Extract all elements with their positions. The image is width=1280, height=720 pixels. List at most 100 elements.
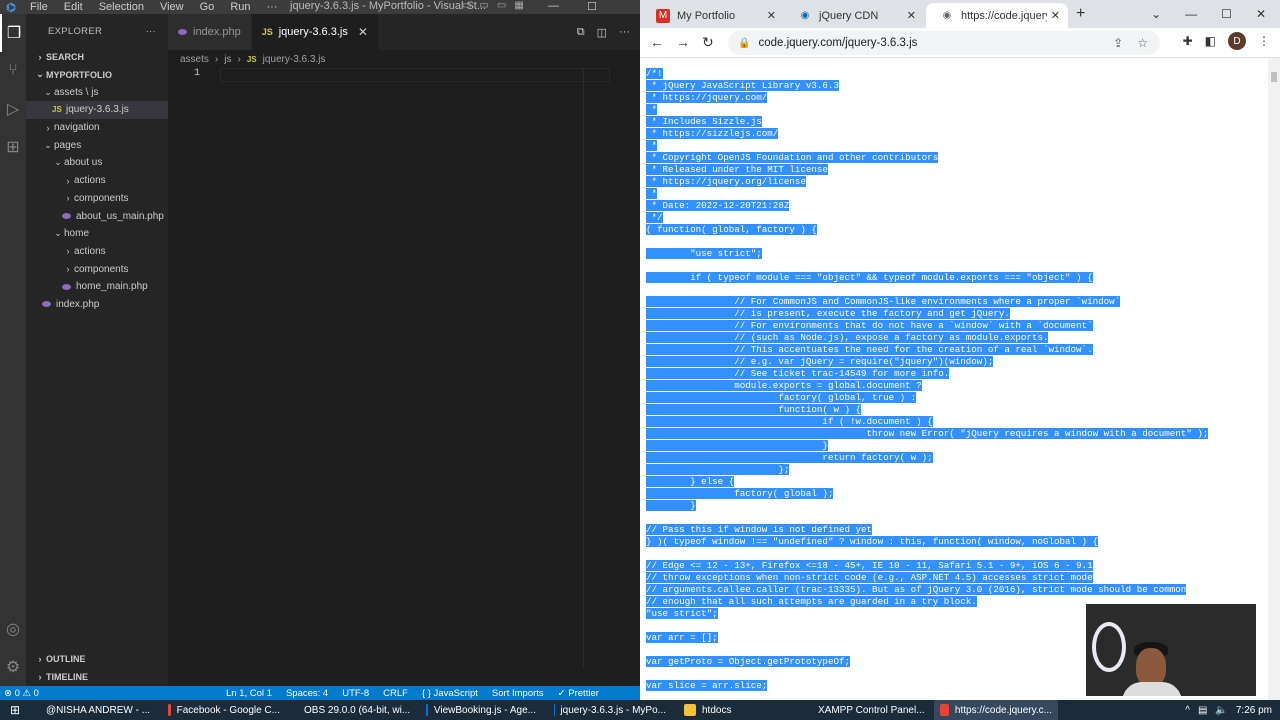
prettier-status[interactable]: ✓ Prettier xyxy=(558,688,599,699)
taskbar-item[interactable]: jquery-3.6.3.js - MyPo... xyxy=(548,700,672,720)
close-icon[interactable]: ✕ xyxy=(1051,9,1060,22)
source-line-text: module.exports = global.document ? xyxy=(646,380,922,391)
source-line xyxy=(646,260,1208,272)
bookmark-star-icon[interactable]: ☆ xyxy=(1137,36,1148,50)
minimize-icon[interactable]: — xyxy=(548,0,559,13)
split-editor-icon[interactable]: ◫ xyxy=(597,26,607,39)
close-icon[interactable]: ✕ xyxy=(358,25,368,39)
chrome-tab-jquery-cdn[interactable]: ◉ jQuery CDN ✕ xyxy=(784,3,924,28)
cursor-position-status[interactable]: Ln 1, Col 1 xyxy=(226,688,272,699)
tree-item[interactable]: › navigation xyxy=(26,119,168,137)
run-debug-icon[interactable]: ▷ xyxy=(0,90,26,128)
encoding-status[interactable]: UTF-8 xyxy=(342,688,369,699)
taskbar-item[interactable]: XAMPP Control Panel... xyxy=(806,700,928,720)
explorer-icon[interactable]: ❐ xyxy=(0,14,26,52)
extensions-icon[interactable]: ⊞ xyxy=(0,128,26,166)
reload-icon[interactable]: ↻ xyxy=(702,34,714,51)
menu-more[interactable]: ··· xyxy=(259,1,286,13)
explorer-sidebar: EXPLORER ··· › SEARCH ⌄ MYPORTFOLIO ⌄ ass… xyxy=(26,14,168,686)
more-actions-icon[interactable]: ··· xyxy=(619,26,630,38)
tab-index-php[interactable]: index.php xyxy=(168,14,252,50)
tree-item[interactable]: ⌄ about us xyxy=(26,154,168,172)
page-scrollbar[interactable] xyxy=(1268,58,1280,700)
menu-run[interactable]: Run xyxy=(222,1,258,13)
back-arrow-icon[interactable]: ← xyxy=(650,34,664,50)
customize-layout-icon[interactable]: ▦ xyxy=(514,0,523,11)
close-window-icon[interactable]: ✕ xyxy=(1256,7,1266,21)
volume-icon[interactable]: 🔈 xyxy=(1215,705,1227,716)
eol-status[interactable]: CRLF xyxy=(383,688,408,699)
source-line xyxy=(646,512,1208,524)
menu-view[interactable]: View xyxy=(152,1,192,13)
minimize-icon[interactable]: — xyxy=(1185,7,1197,21)
tree-item[interactable]: › components xyxy=(26,260,168,278)
taskbar-item[interactable]: ViewBooking.js - Age... xyxy=(420,700,542,720)
explorer-more-icon[interactable]: ··· xyxy=(146,26,156,37)
toggle-sidebar-icon[interactable]: ▭ xyxy=(462,0,471,11)
taskbar-item[interactable]: Facebook - Google C... xyxy=(162,700,286,720)
breadcrumb-item[interactable]: jquery-3.6.3.js xyxy=(263,54,326,65)
sort-imports-status[interactable]: Sort Imports xyxy=(492,688,544,699)
scrollbar-thumb[interactable] xyxy=(1271,72,1277,82)
taskbar-item[interactable]: htdocs xyxy=(678,700,800,720)
code-editor[interactable]: 1 xyxy=(168,68,640,668)
tree-item[interactable]: home_main.php xyxy=(26,278,168,296)
tree-item[interactable]: about_us_main.php xyxy=(26,207,168,225)
timeline-section[interactable]: › TIMELINE xyxy=(26,668,168,686)
tray-arrow-icon[interactable]: ^ xyxy=(1185,705,1190,716)
chrome-window: M My Portfolio ✕ ◉ jQuery CDN ✕ ◉ https:… xyxy=(640,0,1280,700)
tree-item[interactable]: ⌄ home xyxy=(26,225,168,243)
tree-item[interactable]: JS jquery-3.6.3.js xyxy=(26,101,168,119)
taskbar-item[interactable]: https://code.jquery.c... xyxy=(934,700,1058,720)
maximize-icon[interactable]: ☐ xyxy=(587,0,597,13)
tree-item[interactable]: ⌄ assets \ js xyxy=(26,83,168,101)
indentation-status[interactable]: Spaces: 4 xyxy=(286,688,328,699)
side-panel-icon[interactable]: ◧ xyxy=(1205,34,1216,48)
lock-icon[interactable]: 🔒 xyxy=(738,38,750,49)
breadcrumb-item[interactable]: assets xyxy=(180,54,209,65)
source-line-text: * xyxy=(646,104,658,115)
share-icon[interactable]: ⇪ xyxy=(1113,36,1123,50)
timeline-section-label: TIMELINE xyxy=(46,671,88,682)
address-bar[interactable]: 🔒 code.jquery.com/jquery-3.6.3.js ⇪ ☆ xyxy=(728,31,1160,55)
taskbar-item[interactable]: OBS 29.0.0 (64-bit, wi... xyxy=(292,700,414,720)
source-code-view[interactable]: /*! * jQuery JavaScript Library v3.6.3 *… xyxy=(646,68,1209,692)
profile-avatar[interactable]: D xyxy=(1228,32,1246,50)
forward-arrow-icon[interactable]: → xyxy=(676,34,690,50)
language-status[interactable]: { } JavaScript xyxy=(422,688,478,699)
chrome-tab-code-jquery[interactable]: ◉ https://code.jquery.c ✕ xyxy=(926,3,1068,28)
tree-item[interactable]: index.php xyxy=(26,296,168,314)
project-section[interactable]: ⌄ MYPORTFOLIO xyxy=(26,66,168,84)
chrome-menu-icon[interactable]: ⋮ xyxy=(1258,34,1270,48)
tab-jquery-js[interactable]: JS jquery-3.6.3.js ✕ xyxy=(251,14,379,50)
open-preview-icon[interactable]: ⧉ xyxy=(577,26,585,39)
problems-status[interactable]: ⊗ 0 ⚠ 0 xyxy=(4,688,39,699)
windows-start-icon[interactable]: ⊞ xyxy=(0,703,30,717)
menu-selection[interactable]: Selection xyxy=(91,1,152,13)
toggle-secondary-sidebar-icon[interactable]: ▭ xyxy=(497,0,506,11)
outline-section[interactable]: › OUTLINE xyxy=(26,650,168,668)
breadcrumb-item[interactable]: js xyxy=(224,54,231,65)
accounts-icon[interactable]: ◎ xyxy=(0,610,26,648)
search-section[interactable]: › SEARCH xyxy=(26,48,168,66)
close-icon[interactable]: ✕ xyxy=(767,9,776,22)
tree-item[interactable]: › components xyxy=(26,190,168,208)
menu-go[interactable]: Go xyxy=(192,1,223,13)
menu-file[interactable]: File xyxy=(22,1,56,13)
chrome-tab-my-portfolio[interactable]: M My Portfolio ✕ xyxy=(642,3,784,28)
toggle-panel-icon[interactable]: ▭ xyxy=(479,0,488,11)
tree-item[interactable]: ⌄ pages xyxy=(26,136,168,154)
clock[interactable]: 7:26 pm xyxy=(1236,705,1272,716)
maximize-icon[interactable]: ☐ xyxy=(1221,7,1232,21)
tree-item[interactable]: › actions xyxy=(26,243,168,261)
taskbar-item[interactable]: @NISHA ANDREW - ... xyxy=(34,700,156,720)
source-control-icon[interactable]: ⑂ xyxy=(0,52,26,90)
tree-item[interactable]: › actions xyxy=(26,172,168,190)
new-tab-plus-icon[interactable]: + xyxy=(1076,5,1085,23)
network-icon[interactable]: ▤ xyxy=(1198,705,1207,716)
extensions-puzzle-icon[interactable]: ✚ xyxy=(1183,34,1193,48)
manage-gear-icon[interactable]: ⚙ xyxy=(0,648,26,686)
menu-edit[interactable]: Edit xyxy=(56,1,91,13)
close-icon[interactable]: ✕ xyxy=(907,9,916,22)
tab-search-chevron-down-icon[interactable]: ⌄ xyxy=(1151,7,1161,21)
